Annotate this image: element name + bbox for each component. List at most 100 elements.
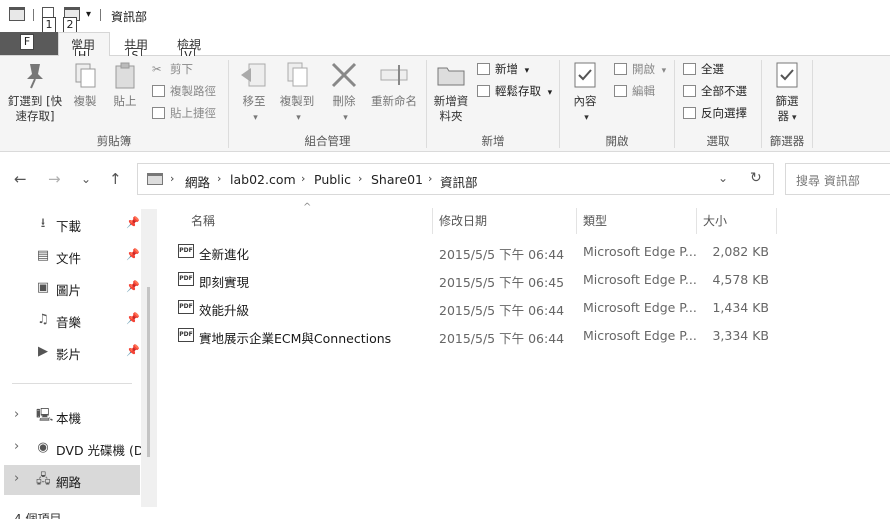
cut-label: 剪下: [170, 62, 193, 76]
delete-label: 刪除: [332, 94, 356, 108]
select-all-button[interactable]: 全選: [681, 60, 724, 78]
download-icon: ⭳: [40, 216, 46, 231]
select-group-label: 選取: [706, 134, 730, 148]
table-row[interactable]: PDF 實地展示企業ECM與Connections 2015/5/5 下午 06…: [174, 322, 778, 348]
tab-file[interactable]: F: [0, 32, 58, 55]
status-bar-item-count: 4 個項目: [14, 512, 62, 519]
pin-icon[interactable]: 📌: [126, 312, 140, 325]
breadcrumb-network[interactable]: 網路: [185, 172, 210, 191]
search-input[interactable]: 搜尋 資訊部: [796, 172, 860, 189]
refresh-icon[interactable]: ↻: [750, 170, 762, 186]
nav-item-videos[interactable]: ▶ 影片 📌: [4, 337, 140, 367]
nav-item-documents[interactable]: ▤ 文件 📌: [4, 241, 140, 271]
delete-icon: [329, 60, 359, 90]
copy-to-button[interactable]: 複製到: [277, 60, 317, 126]
nav-item-dvd[interactable]: › ◉ DVD 光碟機 (D:: [4, 433, 148, 463]
address-bar[interactable]: › 網路 › lab02.com › Public › Share01 › 資訊…: [137, 163, 774, 195]
breadcrumb-separator: ›: [358, 172, 363, 185]
move-to-icon: [239, 60, 269, 90]
cut-button[interactable]: ✂ 剪下: [150, 60, 193, 78]
customize-qat-icon[interactable]: ▾: [86, 9, 91, 20]
column-divider[interactable]: [776, 208, 777, 234]
file-modified: 2015/5/5 下午 06:44: [439, 247, 565, 262]
navigation-bar: ← → ⌄ ↑ › 網路 › lab02.com › Public › Shar…: [0, 158, 890, 202]
expand-chevron-icon[interactable]: ›: [14, 439, 19, 454]
file-name: 全新進化: [199, 247, 250, 262]
paste-shortcut-button[interactable]: 貼上捷徑: [150, 104, 216, 122]
table-row[interactable]: PDF 全新進化 2015/5/5 下午 06:44 Microsoft Edg…: [174, 238, 778, 264]
pin-icon: [20, 60, 50, 90]
breadcrumb-share01[interactable]: Share01: [371, 172, 423, 187]
pin-icon[interactable]: 📌: [126, 248, 140, 261]
copy-to-label: 複製到: [279, 94, 315, 108]
open-button[interactable]: 開啟: [612, 60, 666, 78]
table-row[interactable]: PDF 效能升級 2015/5/5 下午 06:44 Microsoft Edg…: [174, 294, 778, 320]
back-arrow-icon[interactable]: ←: [14, 170, 27, 188]
pin-icon[interactable]: 📌: [126, 280, 140, 293]
divider: [33, 9, 34, 21]
column-header-modified[interactable]: 修改日期: [439, 212, 487, 229]
easy-access-button[interactable]: 輕鬆存取: [475, 82, 552, 100]
column-divider[interactable]: [696, 208, 697, 234]
nav-item-pictures[interactable]: ▣ 圖片 📌: [4, 273, 140, 303]
file-name: 效能升級: [199, 303, 250, 318]
title-bar: 1 2 ▾ 資訊部: [0, 0, 890, 33]
open-group: 內容 開啟 編輯 開啟: [560, 56, 674, 152]
filter-button[interactable]: 篩選器: [770, 60, 804, 126]
select-none-label: 全部不選: [701, 84, 747, 98]
pdf-file-icon: PDF: [178, 272, 194, 286]
column-header-size[interactable]: 大小: [703, 212, 727, 229]
search-box[interactable]: 搜尋 資訊部: [785, 163, 890, 195]
expand-chevron-icon[interactable]: ›: [14, 471, 19, 486]
edit-icon: [614, 85, 627, 97]
scissors-icon: ✂: [152, 62, 162, 76]
pin-icon[interactable]: 📌: [126, 216, 140, 229]
column-header-name[interactable]: 名稱: [191, 212, 215, 229]
column-divider[interactable]: [432, 208, 433, 234]
file-size: 4,578 KB: [712, 272, 769, 287]
new-folder-button[interactable]: 新增資料夾: [433, 60, 469, 124]
nav-scrollbar[interactable]: [141, 209, 157, 507]
edit-button[interactable]: 編輯: [612, 82, 655, 100]
clipboard-group-label: 剪貼簿: [96, 134, 132, 148]
up-arrow-icon[interactable]: ↑: [109, 170, 122, 188]
breadcrumb-public[interactable]: Public: [314, 172, 351, 187]
breadcrumb-lab02[interactable]: lab02.com: [230, 172, 296, 187]
scrollbar-thumb[interactable]: [147, 287, 150, 457]
column-divider[interactable]: [576, 208, 577, 234]
paste-button[interactable]: 貼上: [110, 60, 140, 109]
move-to-button[interactable]: 移至: [239, 60, 269, 126]
nav-item-this-pc[interactable]: › 🖳 本機: [4, 401, 140, 431]
open-icon: [614, 63, 627, 75]
nav-item-music[interactable]: ♫ 音樂 📌: [4, 305, 140, 335]
music-icon: ♫: [37, 312, 49, 327]
nav-label: 圖片: [56, 283, 82, 298]
breadcrumb-current[interactable]: 資訊部: [440, 172, 478, 191]
select-all-label: 全選: [701, 62, 724, 76]
properties-button[interactable]: 內容: [570, 60, 600, 126]
forward-arrow-icon[interactable]: →: [48, 170, 61, 188]
delete-button[interactable]: 刪除: [329, 60, 359, 126]
column-header-type[interactable]: 類型: [583, 212, 607, 229]
nav-item-downloads[interactable]: ⭳ 下載 📌: [4, 209, 140, 239]
document-icon: ▤: [36, 248, 50, 263]
select-none-button[interactable]: 全部不選: [681, 82, 747, 100]
file-list: ^ 名稱 修改日期 類型 大小 PDF 全新進化 2015/5/5 下午 06:…: [158, 202, 890, 505]
new-item-button[interactable]: 新增: [475, 60, 529, 78]
nav-label: 文件: [56, 251, 82, 266]
pin-quick-access-button[interactable]: 釘選到 [快速存取]: [6, 60, 64, 124]
file-modified: 2015/5/5 下午 06:45: [439, 275, 565, 290]
nav-item-network[interactable]: › 🖧 網路: [4, 465, 140, 495]
filter-group: 篩選器 篩選器: [762, 56, 812, 152]
table-row[interactable]: PDF 即刻實現 2015/5/5 下午 06:45 Microsoft Edg…: [174, 266, 778, 292]
invert-selection-button[interactable]: 反向選擇: [681, 104, 747, 122]
copy-path-button[interactable]: 複製路徑: [150, 82, 216, 100]
recent-locations-chevron-icon[interactable]: ⌄: [81, 172, 91, 186]
address-dropdown-chevron-icon[interactable]: ⌄: [718, 171, 728, 185]
expand-chevron-icon[interactable]: ›: [14, 407, 19, 422]
pin-icon[interactable]: 📌: [126, 344, 140, 357]
file-type: Microsoft Edge P...: [583, 328, 697, 343]
rename-button[interactable]: 重新命名: [369, 60, 419, 109]
copy-button[interactable]: 複製: [70, 60, 100, 109]
properties-label: 內容: [573, 94, 597, 108]
